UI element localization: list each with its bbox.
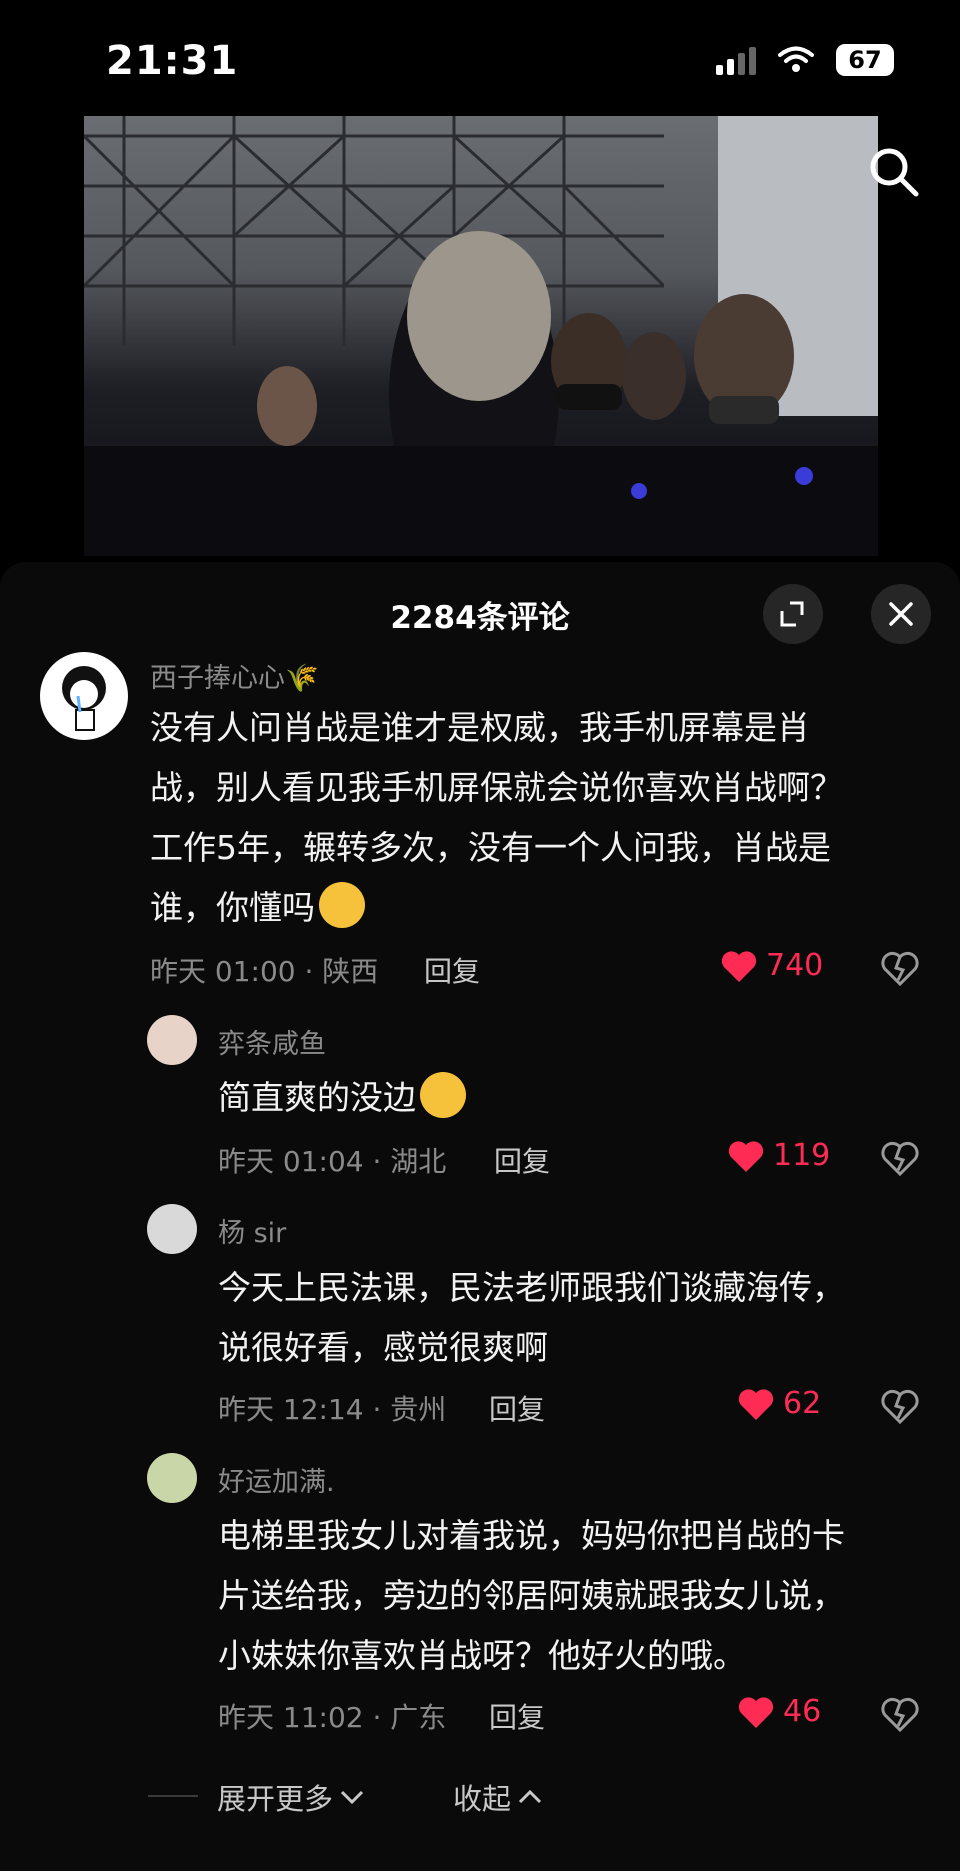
expand-sheet-button[interactable] (763, 584, 823, 644)
comment-username[interactable]: 弈条咸鱼 (218, 1022, 326, 1061)
cartoon-avatar-icon (62, 666, 106, 731)
status-icons: 67 (716, 44, 894, 76)
comment-line: 片送给我，旁边的邻居阿姨就跟我女儿说， (218, 1576, 845, 1615)
comment-line: 工作5年，辗转多次，没有一个人问我，肖战是 (150, 828, 831, 867)
comment-line: 简直爽的没边 (218, 1068, 918, 1128)
footer-divider (148, 1795, 198, 1797)
crowd-graphic (84, 231, 878, 556)
wifi-icon (778, 46, 814, 72)
comment-line: 小妹妹你喜欢肖战呀？他好火的哦。 (218, 1636, 746, 1675)
comment-username[interactable]: 西子捧心心🌾 (150, 656, 319, 695)
comment-meta: 昨天 12:14 · 贵州 (218, 1393, 447, 1426)
close-sheet-button[interactable] (871, 584, 931, 644)
like-count: 46 (783, 1694, 822, 1729)
heart-icon (738, 1388, 774, 1420)
comment-meta: 昨天 11:02 · 广东 (218, 1701, 447, 1734)
like-button[interactable]: 46 (737, 1694, 821, 1729)
avatar[interactable] (147, 1204, 197, 1254)
heart-icon (728, 1140, 764, 1172)
chevron-up-icon (518, 1789, 542, 1804)
like-button[interactable]: 119 (727, 1138, 830, 1173)
comment-text: 电梯里我女儿对着我说，妈妈你把肖战的卡 片送给我，旁边的邻居阿姨就跟我女儿说， … (218, 1506, 948, 1686)
cellular-signal-icon (716, 45, 756, 75)
comment-username[interactable]: 好运加满. (218, 1460, 335, 1499)
avatar[interactable] (147, 1015, 197, 1065)
heart-icon (721, 950, 757, 982)
comment-line: 没有人问肖战是谁才是权威，我手机屏幕是肖 (150, 708, 810, 747)
comment-username[interactable]: 杨 sir (218, 1211, 286, 1250)
like-button[interactable]: 62 (737, 1386, 821, 1421)
reply-button[interactable]: 回复 (424, 950, 480, 990)
dislike-button[interactable] (880, 1388, 920, 1424)
avatar[interactable] (147, 1453, 197, 1503)
status-bar: 21:31 67 (0, 0, 960, 118)
laughing-crying-emoji-icon (319, 882, 365, 928)
reply-button[interactable]: 回复 (489, 1388, 545, 1428)
expand-more-button[interactable]: 展开更多 (217, 1776, 365, 1818)
comment-line: 说很好看，感觉很爽啊 (218, 1328, 548, 1367)
collapse-button[interactable]: 收起 (453, 1776, 543, 1818)
like-count: 119 (773, 1138, 831, 1173)
comment-text: 今天上民法课，民法老师跟我们谈藏海传， 说很好看，感觉很爽啊 (218, 1258, 938, 1378)
status-time: 21:31 (106, 38, 239, 84)
like-count: 62 (783, 1386, 822, 1421)
dislike-button[interactable] (880, 1140, 920, 1176)
comment-text: 简直爽的没边 (218, 1068, 918, 1128)
comment-line: 电梯里我女儿对着我说，妈妈你把肖战的卡 (218, 1516, 845, 1555)
chevron-down-icon (340, 1790, 364, 1805)
comment-meta: 昨天 01:04 · 湖北 (218, 1145, 447, 1178)
dislike-button[interactable] (880, 1696, 920, 1732)
expand-icon (780, 601, 804, 627)
expand-more-label: 展开更多 (217, 1782, 334, 1816)
comment-text: 没有人问肖战是谁才是权威，我手机屏幕是肖 战，别人看见我手机屏保就会说你喜欢肖战… (150, 698, 930, 938)
like-count: 740 (766, 948, 824, 983)
comment-meta: 昨天 01:00 · 陕西 (150, 955, 379, 988)
dislike-button[interactable] (880, 950, 920, 986)
smile-emoji-icon (420, 1072, 466, 1118)
collapse-label: 收起 (453, 1782, 512, 1816)
close-icon (889, 602, 913, 626)
heart-icon (738, 1696, 774, 1728)
comment-line: 谁，你懂吗 (150, 878, 930, 938)
comment-line: 今天上民法课，民法老师跟我们谈藏海传， (218, 1268, 845, 1307)
search-icon[interactable] (866, 144, 922, 200)
video-player[interactable] (84, 116, 878, 556)
avatar[interactable] (40, 652, 128, 740)
comment-line: 战，别人看见我手机屏保就会说你喜欢肖战啊？ (150, 768, 843, 807)
reply-button[interactable]: 回复 (489, 1696, 545, 1736)
reply-button[interactable]: 回复 (494, 1140, 550, 1180)
battery-icon: 67 (836, 44, 894, 76)
like-button[interactable]: 740 (720, 948, 823, 983)
